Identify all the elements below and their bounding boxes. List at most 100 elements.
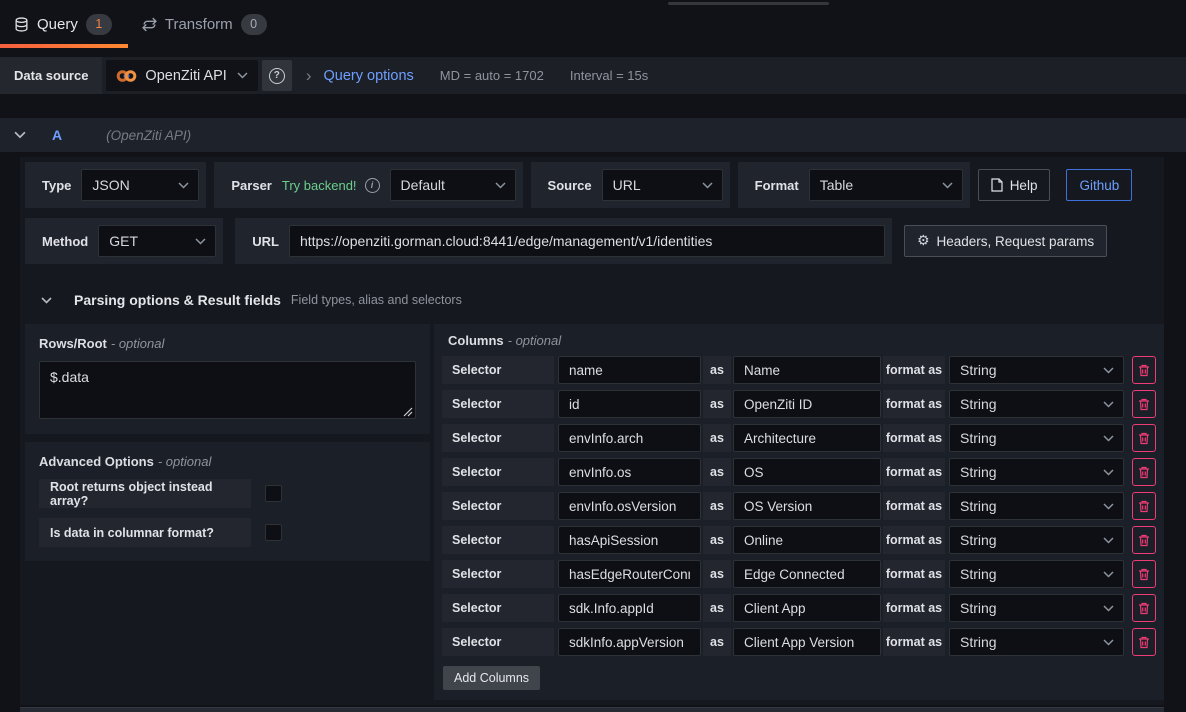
delete-column-button[interactable] [1132,628,1156,656]
chevron-down-icon [1103,605,1114,612]
column-format-select[interactable]: String [949,424,1124,452]
column-selector-input[interactable] [558,390,701,418]
column-format-select[interactable]: String [949,356,1124,384]
column-alias-input[interactable] [733,458,881,486]
url-input[interactable] [289,225,885,257]
column-format-select[interactable]: String [949,594,1124,622]
type-select[interactable]: JSON [81,169,199,201]
headers-request-params-button[interactable]: ⚙ Headers, Request params [904,225,1107,257]
tab-transform-count-badge: 0 [241,14,267,35]
question-circle-icon: ? [269,68,285,84]
trash-icon [1138,466,1150,479]
column-selector-input[interactable] [558,594,701,622]
column-selector-input[interactable] [558,356,701,384]
advanced-option-row: Root returns object instead array? [39,479,416,508]
column-selector-chip: Selector [442,526,554,554]
column-alias-input[interactable] [733,560,881,588]
column-selector-input[interactable] [558,560,701,588]
source-select[interactable]: URL [602,169,723,201]
left-column: Rows/Root- optional $.data Advanced Opti… [25,324,430,561]
tab-transform[interactable]: Transform 0 [128,0,283,48]
delete-column-button[interactable] [1132,594,1156,622]
column-selector-input[interactable] [558,424,701,452]
query-editor-screen: Query 1 Transform 0 Data source [0,0,1186,712]
format-select[interactable]: Table [809,169,963,201]
collapse-query-chevron-icon[interactable] [14,131,26,139]
delete-column-button[interactable] [1132,390,1156,418]
datasource-picker[interactable]: OpenZiti API [106,60,257,91]
column-format-select[interactable]: String [949,560,1124,588]
column-selector-input[interactable] [558,628,701,656]
advanced-option-checkbox[interactable] [265,524,282,541]
query-stats: MD = auto = 1702 Interval = 15s [440,68,648,83]
stat-interval: Interval = 15s [570,68,648,83]
column-selector-input[interactable] [558,458,701,486]
type-select-value: JSON [92,177,129,193]
stat-max-datapoints: MD = auto = 1702 [440,68,544,83]
advanced-options-card: Advanced Options- optional Root returns … [25,442,430,561]
column-row: Selector as format as String [442,458,1156,486]
column-alias-input[interactable] [733,526,881,554]
parsing-section-title: Parsing options & Result fields [74,292,281,308]
column-selector-chip: Selector [442,356,554,384]
method-select[interactable]: GET [98,225,216,257]
column-alias-input[interactable] [733,628,881,656]
query-ref-id[interactable]: A [52,127,62,143]
panel-drag-handle[interactable] [668,2,829,5]
column-selector-input[interactable] [558,526,701,554]
delete-column-button[interactable] [1132,526,1156,554]
query-options-link[interactable]: Query options [324,68,414,84]
column-alias-input[interactable] [733,594,881,622]
datasource-toolbar: Data source OpenZiti API ? › Query optio… [0,57,1186,94]
column-alias-input[interactable] [733,492,881,520]
source-label: Source [538,178,602,193]
trash-icon [1138,636,1150,649]
column-format-select[interactable]: String [949,526,1124,554]
tab-query[interactable]: Query 1 [0,0,128,48]
column-rows: Selector as format as String Selector as… [442,356,1156,656]
column-row: Selector as format as String [442,526,1156,554]
resize-handle-icon[interactable] [403,407,413,417]
column-row: Selector as format as String [442,390,1156,418]
datasource-help-button[interactable]: ? [262,60,292,91]
advanced-option-checkbox[interactable] [265,485,282,502]
parser-select[interactable]: Default [390,169,516,201]
column-format-select[interactable]: String [949,492,1124,520]
delete-column-button[interactable] [1132,458,1156,486]
trash-icon [1138,534,1150,547]
column-alias-input[interactable] [733,356,881,384]
github-button[interactable]: Github [1066,169,1132,201]
format-field: Format Table [738,162,970,208]
chevron-down-icon [1103,401,1114,408]
column-alias-input[interactable] [733,390,881,418]
column-format-select[interactable]: String [949,390,1124,418]
datasource-value: OpenZiti API [145,68,226,84]
transform-icon [142,17,157,32]
column-as-chip: as [703,458,731,486]
document-icon [991,178,1003,192]
column-format-select[interactable]: String [949,628,1124,656]
collapse-section-chevron-icon[interactable] [41,297,52,304]
column-selector-chip: Selector [442,628,554,656]
rows-root-input[interactable]: $.data [39,361,416,419]
column-format-select[interactable]: String [949,458,1124,486]
help-button[interactable]: Help [978,169,1051,201]
format-select-value: Table [820,177,853,193]
try-backend-hint[interactable]: Try backend! [282,178,357,193]
delete-column-button[interactable] [1132,560,1156,588]
database-icon [14,17,29,32]
delete-column-button[interactable] [1132,424,1156,452]
column-selector-input[interactable] [558,492,701,520]
delete-column-button[interactable] [1132,492,1156,520]
delete-column-button[interactable] [1132,356,1156,384]
chevron-down-icon [702,182,713,189]
trash-icon [1138,602,1150,615]
column-alias-input[interactable] [733,424,881,452]
column-selector-chip: Selector [442,424,554,452]
advanced-option-label: Is data in columnar format? [39,518,251,547]
headers-button-label: Headers, Request params [937,234,1095,249]
add-columns-button[interactable]: Add Columns [443,666,540,690]
advanced-options-optional: - optional [158,454,211,469]
parsing-section-subtitle: Field types, alias and selectors [291,293,462,307]
column-format-chip: format as [883,526,945,554]
